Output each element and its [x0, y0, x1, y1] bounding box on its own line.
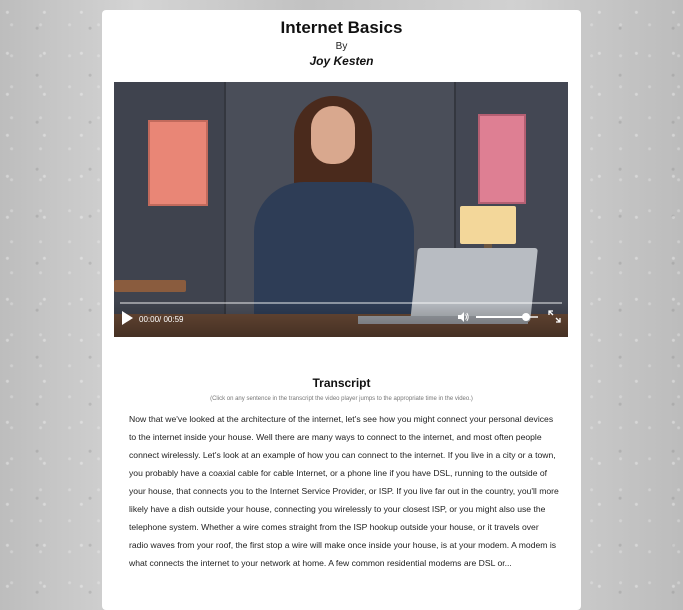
transcript-heading: Transcript — [312, 376, 371, 390]
video-time: 00:00/ 00:59 — [139, 315, 184, 324]
by-label: By — [335, 41, 348, 52]
author-name: Joy Kesten — [309, 54, 374, 68]
wall-art-left — [148, 120, 208, 206]
content-card: Internet Basics By Joy Kesten 00:00/ 00:… — [102, 10, 581, 610]
wall-divider — [224, 82, 226, 337]
stool — [114, 280, 186, 292]
play-icon[interactable] — [122, 311, 133, 325]
lamp-shade — [460, 206, 516, 244]
presenter-face — [311, 106, 355, 164]
volume-fill — [476, 316, 526, 318]
fullscreen-icon[interactable] — [548, 310, 561, 323]
volume-icon[interactable] — [457, 311, 469, 323]
page-title: Internet Basics — [280, 18, 403, 37]
volume-slider[interactable] — [476, 313, 538, 321]
transcript-note: (Click on any sentence in the transcript… — [210, 396, 473, 402]
video-progress-bar[interactable] — [120, 302, 562, 304]
volume-knob[interactable] — [521, 313, 530, 321]
transcript-text: Now that we've looked at the architectur… — [129, 410, 559, 572]
transcript-sentence[interactable]: Let's look at an example of how you can … — [203, 450, 445, 460]
video-player[interactable]: 00:00/ 00:59 — [114, 82, 568, 337]
transcript-sentence[interactable]: A few common residential modems are DSL … — [328, 558, 512, 568]
wall-art-right — [478, 114, 526, 204]
